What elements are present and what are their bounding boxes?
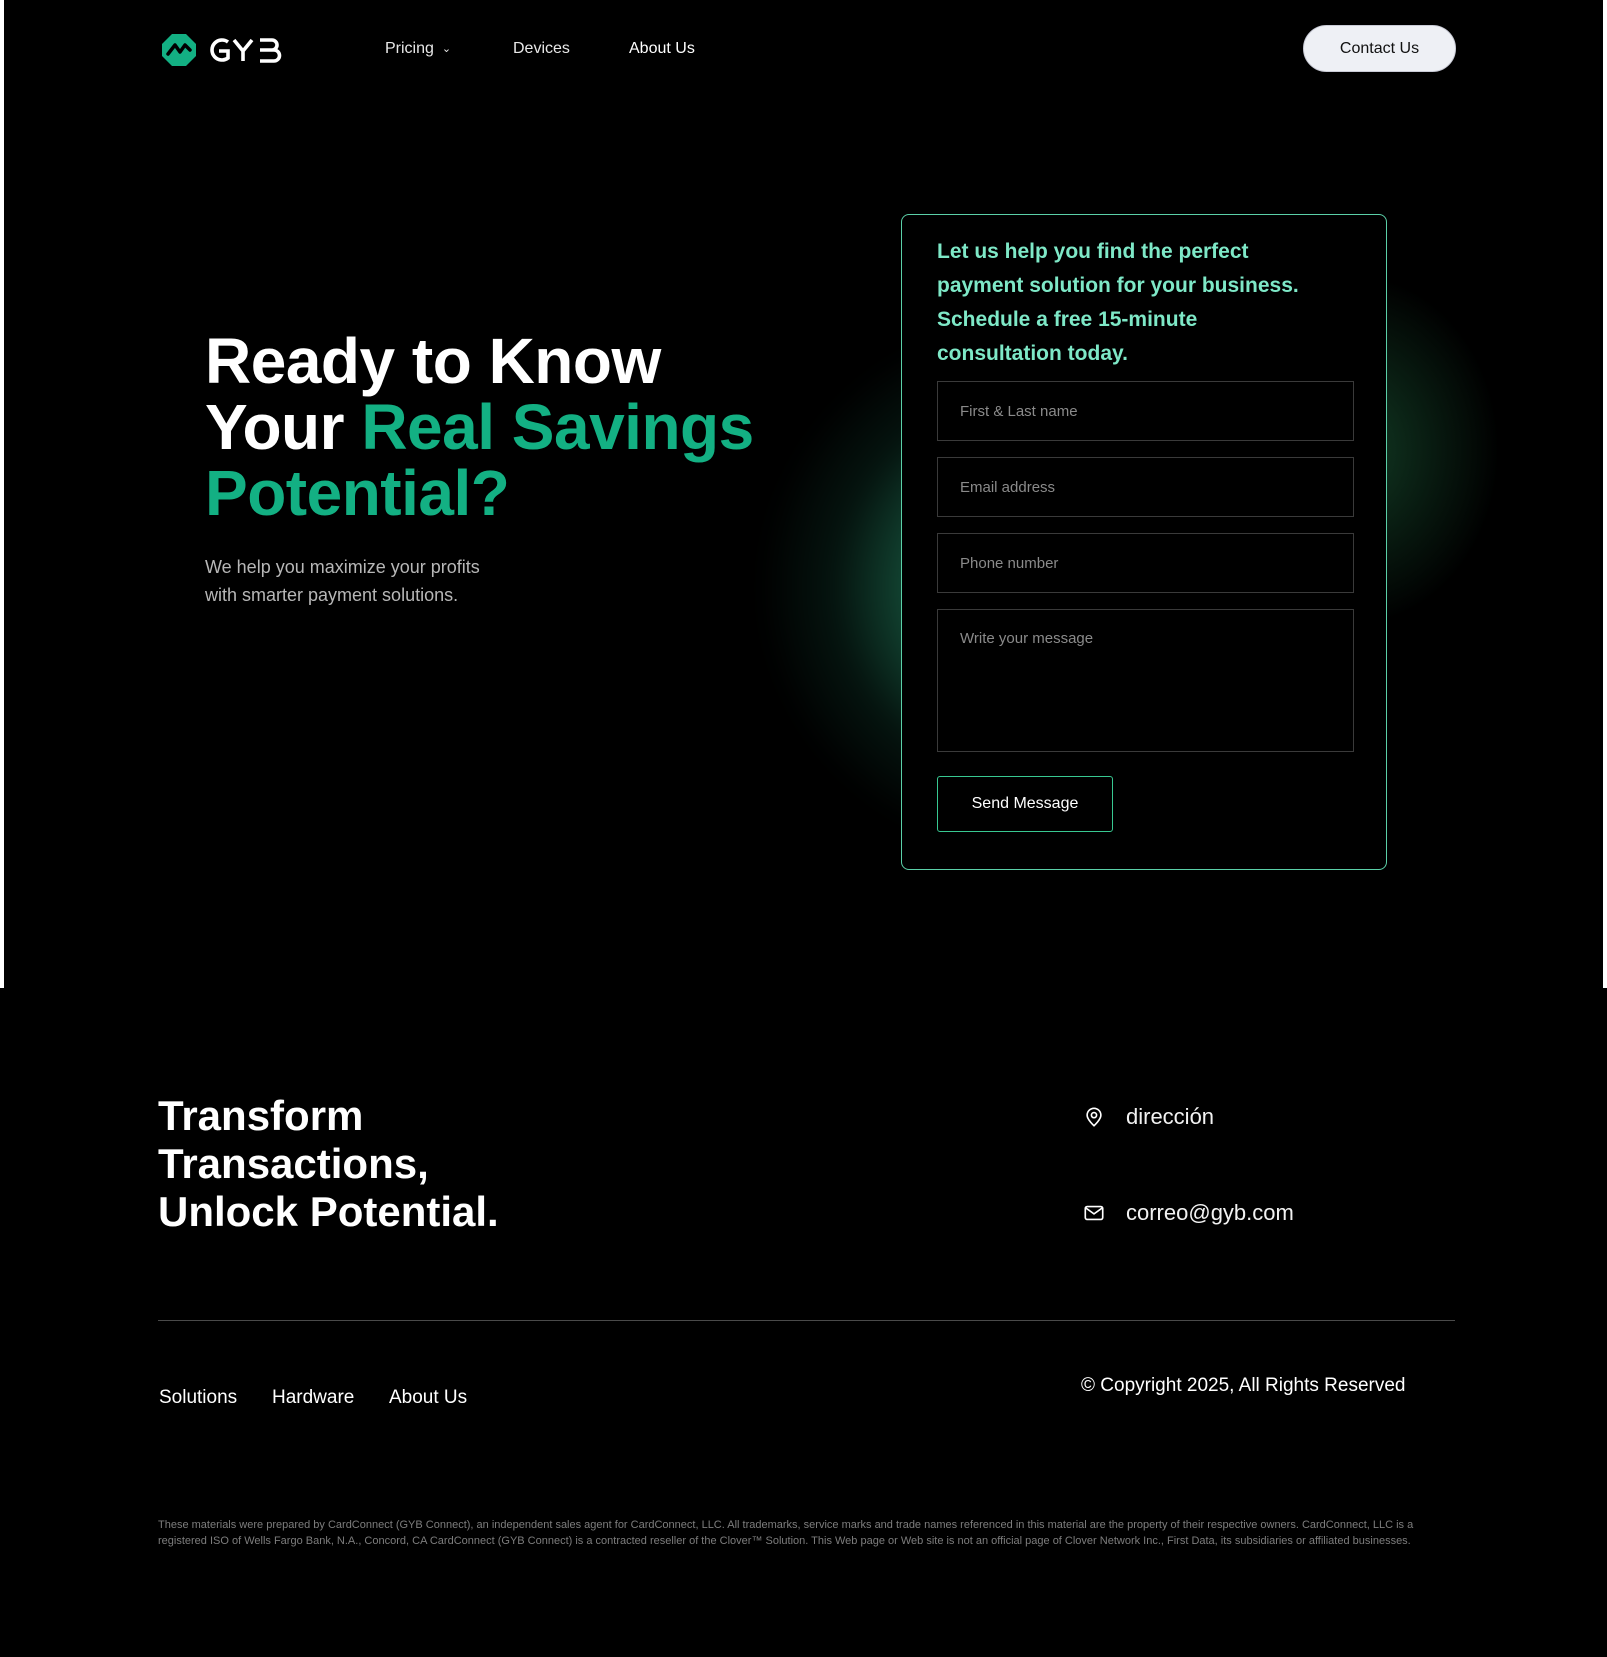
hero-title-line2-white: Your: [205, 391, 362, 463]
hero-section: Pricing ⌄ Devices About Us Contact Us Rea…: [4, 0, 1603, 988]
footer-address: dirección: [1083, 1104, 1214, 1130]
copyright-text: © Copyright 2025, All Rights Reserved: [1081, 1375, 1406, 1396]
footer-email[interactable]: correo@gyb.com: [1083, 1200, 1294, 1226]
nav-item-devices[interactable]: Devices: [513, 40, 570, 58]
message-field[interactable]: Write your message: [937, 609, 1354, 752]
footer: Transform Transactions, Unlock Potential…: [0, 988, 1607, 1657]
hero-title: Ready to Know Your Real Savings Potentia…: [205, 328, 765, 526]
gyb-logo[interactable]: [162, 30, 302, 70]
footer-title-line: Transform: [158, 1092, 364, 1139]
contact-us-button[interactable]: Contact Us: [1303, 25, 1456, 72]
form-title-line: Schedule a free 15-minute: [937, 308, 1198, 331]
nav-item-pricing[interactable]: Pricing ⌄: [385, 40, 451, 58]
legal-disclaimer: These materials were prepared by CardCon…: [158, 1519, 1414, 1547]
send-message-button[interactable]: Send Message: [937, 776, 1113, 832]
hero-title-line1: Ready to Know: [205, 325, 661, 397]
form-title-line: payment solution for your business.: [937, 274, 1299, 297]
hero-subtitle-line1: We help you maximize your profits: [205, 557, 480, 577]
footer-link-about-us[interactable]: About Us: [389, 1387, 467, 1409]
form-title-line: Let us help you find the perfect: [937, 240, 1249, 263]
email-field[interactable]: Email address: [937, 457, 1354, 517]
contact-form: Let us help you find the perfect payment…: [901, 214, 1387, 870]
form-title-line: consultation today.: [937, 342, 1128, 365]
footer-link-hardware[interactable]: Hardware: [272, 1387, 354, 1409]
form-title: Let us help you find the perfect payment…: [937, 235, 1337, 371]
logo-mark-icon: [162, 34, 282, 66]
footer-title-line: Transactions,: [158, 1140, 429, 1187]
hero-subtitle: We help you maximize your profits with s…: [205, 553, 525, 609]
name-field[interactable]: First & Last name: [937, 381, 1354, 441]
address-text: dirección: [1126, 1104, 1215, 1129]
nav-item-label: Devices: [513, 40, 570, 57]
email-link[interactable]: correo@gyb.com: [1126, 1200, 1294, 1226]
location-pin-icon: [1086, 1107, 1102, 1127]
nav-item-label: Pricing: [385, 40, 434, 57]
phone-field[interactable]: Phone number: [937, 533, 1354, 593]
footer-link-solutions[interactable]: Solutions: [159, 1387, 237, 1409]
footer-divider: [158, 1320, 1455, 1321]
hero-title-line2-green: Real Savings: [361, 391, 754, 463]
footer-title: Transform Transactions, Unlock Potential…: [158, 1092, 558, 1236]
footer-title-line: Unlock Potential.: [158, 1188, 499, 1235]
mail-icon: [1084, 1205, 1104, 1221]
hero-subtitle-line2: with smarter payment solutions.: [205, 585, 459, 605]
chevron-down-icon: ⌄: [441, 43, 452, 56]
hero-title-line3-green: Potential?: [205, 457, 510, 529]
nav-item-label: About Us: [629, 40, 695, 57]
nav-item-about-us[interactable]: About Us: [629, 40, 695, 58]
